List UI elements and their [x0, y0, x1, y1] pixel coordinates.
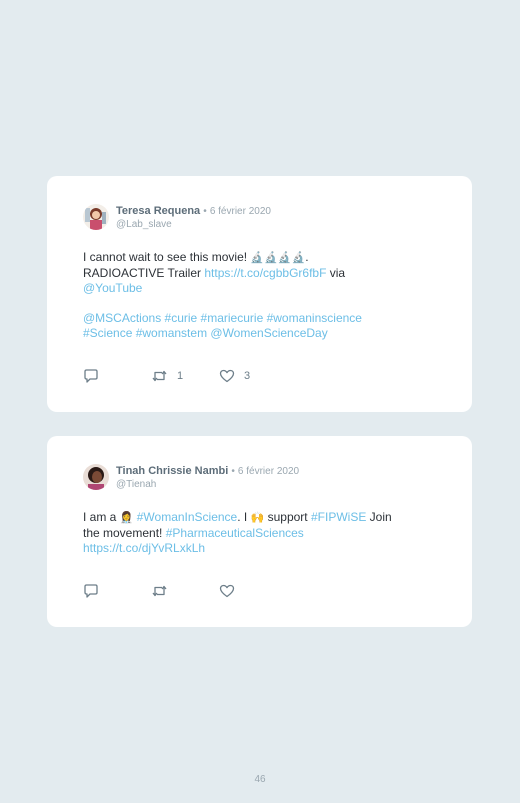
tweet-text: I am a 👩‍⚕️ #WomanInScience. I 🙌 support… [83, 510, 413, 556]
tweet-actions [83, 583, 244, 599]
like-button[interactable]: 3 [219, 368, 250, 384]
hashtag-line[interactable]: @MSCActions #curie #mariecurie #womanins… [83, 311, 413, 326]
health-worker-emoji: 👩‍⚕️ [119, 512, 134, 524]
url-link[interactable]: https://t.co/cgbbGr6fbF [204, 266, 326, 280]
tweet-text: I cannot wait to see this movie! 🔬🔬🔬🔬. R… [83, 250, 413, 341]
author-name[interactable]: Teresa Requena [116, 205, 200, 217]
hashtag-link[interactable]: #WomanInScience [137, 510, 238, 524]
page-number: 46 [254, 774, 266, 785]
reply-button[interactable] [83, 368, 151, 384]
tweet-actions: 1 3 [83, 368, 250, 384]
tweet-author: Teresa Requena • 6 février 2020 [116, 205, 271, 218]
separator: • [203, 206, 207, 217]
tweet-line: the movement! #PharmaceuticalSciences [83, 526, 413, 541]
tweet-date[interactable]: 6 février 2020 [238, 466, 299, 477]
avatar[interactable] [83, 464, 109, 490]
text-segment: I cannot wait to see this movie! [83, 250, 251, 264]
heart-icon [219, 584, 235, 598]
heart-icon [219, 369, 235, 383]
text-segment: RADIOACTIVE Trailer [83, 266, 205, 280]
mention-link[interactable]: @YouTube [83, 281, 142, 295]
text-segment: I am a [83, 510, 120, 524]
tweet-line: https://t.co/djYvRLxkLh [83, 541, 413, 556]
author-handle[interactable]: @Lab_slave [116, 219, 172, 230]
raised-hands-emoji: 🙌 [250, 512, 265, 524]
author-handle[interactable]: @Tienah [116, 479, 156, 490]
text-segment: via [326, 266, 346, 280]
like-count: 3 [244, 370, 251, 382]
tweet-line: RADIOACTIVE Trailer https://t.co/cgbbGr6… [83, 266, 413, 281]
reply-icon [84, 369, 98, 383]
tweet-line: I am a 👩‍⚕️ #WomanInScience. I 🙌 support… [83, 510, 413, 526]
separator: • [231, 466, 235, 477]
avatar[interactable] [83, 204, 109, 230]
retweet-button[interactable]: 1 [151, 368, 219, 384]
tweet-date[interactable]: 6 février 2020 [210, 206, 271, 217]
retweet-icon [152, 585, 167, 597]
like-button[interactable] [219, 583, 244, 599]
author-name[interactable]: Tinah Chrissie Nambi [116, 465, 228, 477]
tweet-line: I cannot wait to see this movie! 🔬🔬🔬🔬. [83, 250, 413, 266]
retweet-count: 1 [177, 370, 184, 382]
tweet-card: Tinah Chrissie Nambi • 6 février 2020 @T… [47, 436, 472, 627]
text-segment: Join [366, 510, 392, 524]
reply-button[interactable] [83, 583, 151, 599]
tweet-line: @YouTube [83, 281, 413, 296]
tweet-card: Teresa Requena • 6 février 2020 @Lab_sla… [47, 176, 472, 412]
text-segment: support [264, 510, 311, 524]
reply-icon [84, 584, 98, 598]
retweet-icon [152, 370, 167, 382]
microscope-emoji: 🔬🔬🔬🔬 [250, 252, 306, 264]
hashtag-line[interactable]: #Science #womanstem @WomenScienceDay [83, 326, 413, 341]
text-segment: . I [237, 510, 251, 524]
url-link[interactable]: https://t.co/djYvRLxkLh [83, 541, 205, 555]
text-segment: the movement! [83, 526, 166, 540]
tweet-author: Tinah Chrissie Nambi • 6 février 2020 [116, 465, 299, 478]
text-segment: . [305, 250, 309, 264]
hashtag-link[interactable]: #FIPWiSE [311, 510, 366, 524]
retweet-button[interactable] [151, 583, 219, 599]
hashtag-link[interactable]: #PharmaceuticalSciences [166, 526, 304, 540]
